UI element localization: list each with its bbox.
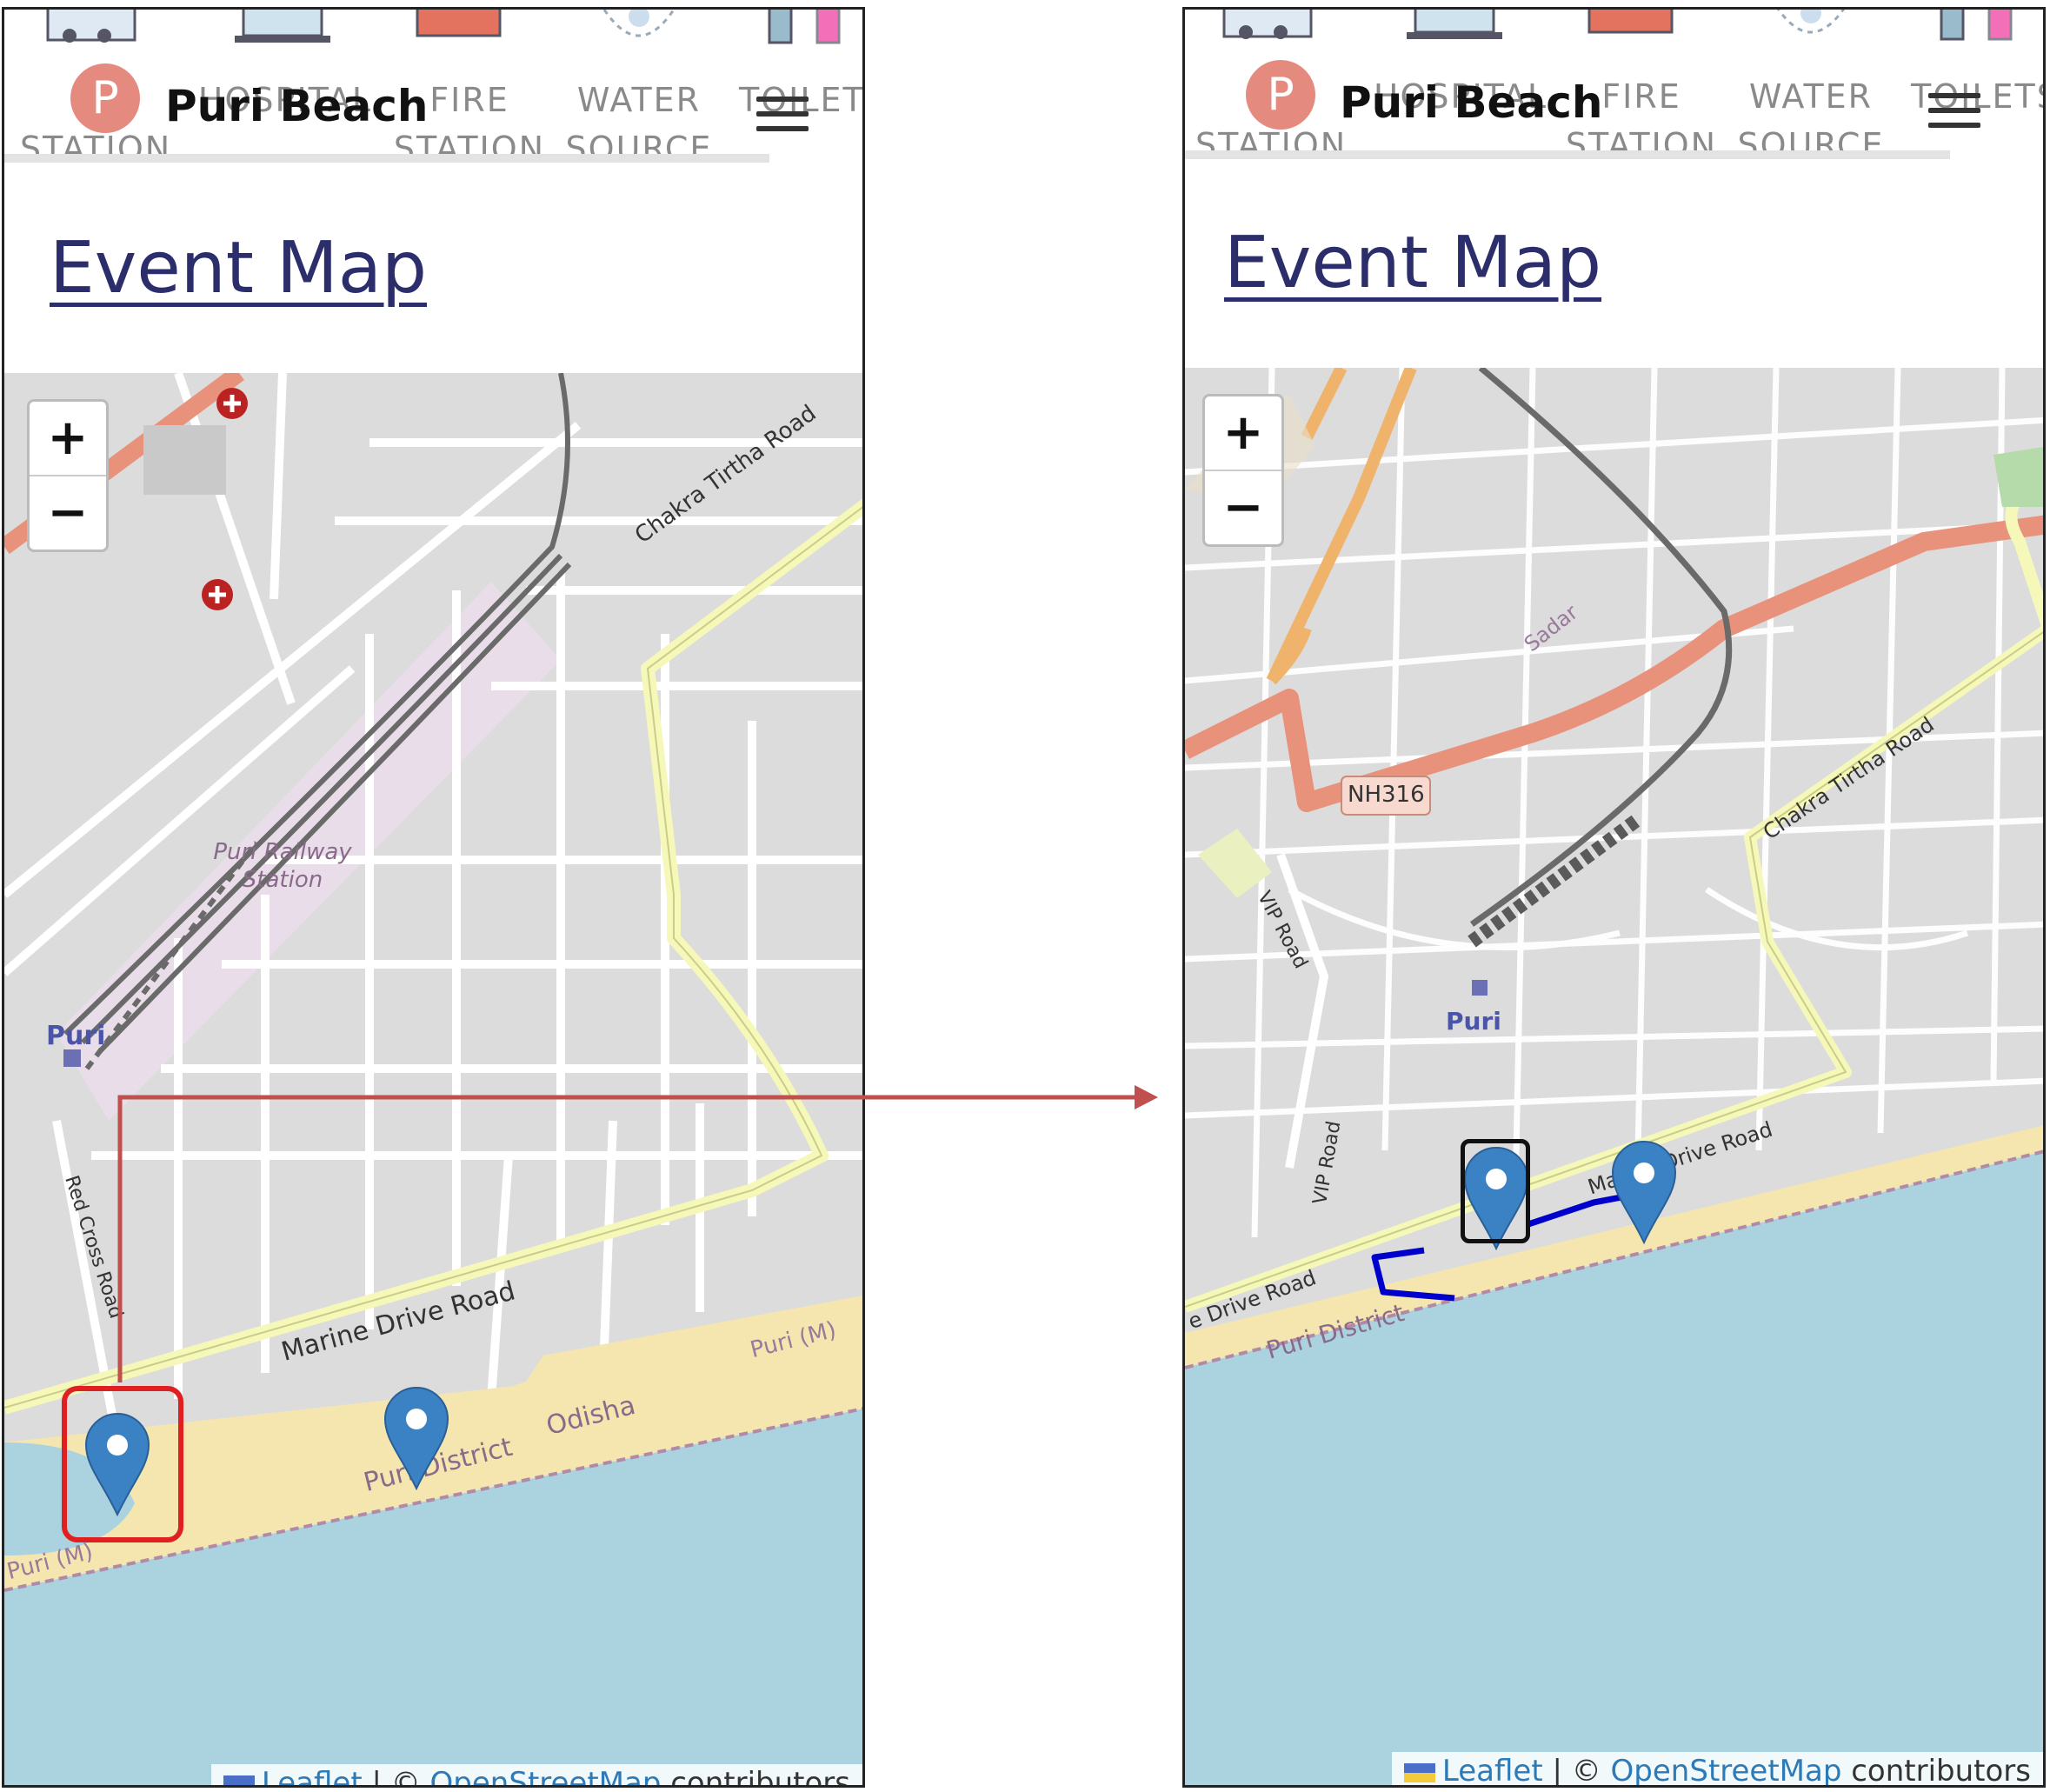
brand-name[interactable]: Puri Beach [1340, 77, 1602, 128]
zoom-control: + − [1202, 394, 1284, 547]
osm-link[interactable]: OpenStreetMap [430, 1766, 662, 1785]
leaflet-link[interactable]: Leaflet [262, 1766, 363, 1785]
left-phone-screen: P STATION HOSPITAL FIRE STATION WATER SO… [2, 7, 865, 1788]
attribution-separator: | © [371, 1766, 421, 1788]
ukraine-flag-icon [223, 1775, 255, 1785]
attribution-suffix: contributors [1851, 1754, 2031, 1788]
brand-name[interactable]: Puri Beach [165, 81, 428, 131]
attribution-separator: | © [1552, 1754, 1601, 1788]
map-tiles [1185, 368, 2043, 1785]
map-label-puri: Puri [1446, 1007, 1501, 1036]
toilet-icon[interactable] [1937, 7, 2033, 41]
hospital-icon[interactable] [235, 7, 330, 44]
brand-logo[interactable]: P [70, 63, 140, 133]
hospital-icon[interactable] [1407, 7, 1502, 41]
ukraine-flag-icon [1403, 1762, 1435, 1782]
page-title[interactable]: Event Map [50, 227, 427, 310]
attribution-suffix: contributors [670, 1766, 850, 1788]
top-navigation: P STATION HOSPITAL FIRE STATION WATER SO… [1185, 10, 2043, 166]
zoom-out-button[interactable]: − [30, 476, 106, 550]
right-phone-screen: P STATION HOSPITAL FIRE STATION WATER SO… [1182, 7, 2046, 1788]
zoom-out-button[interactable]: − [1205, 471, 1281, 544]
zoom-in-button[interactable]: + [30, 402, 106, 476]
top-navigation: P STATION HOSPITAL FIRE STATION WATER SO… [4, 7, 862, 168]
event-map[interactable]: NH316 VIP Road VIP Road Chakra Tirtha Ro… [1185, 368, 2043, 1788]
hamburger-menu-icon[interactable] [756, 97, 809, 131]
highlight-box [62, 1386, 183, 1542]
event-map[interactable]: Chakra Tirtha Road Puri Railway Station … [4, 373, 862, 1788]
map-marker[interactable] [383, 1386, 449, 1490]
hamburger-menu-icon[interactable] [1928, 93, 1980, 128]
fire-truck-icon[interactable] [413, 7, 509, 44]
map-tiles [4, 373, 862, 1785]
zoom-in-button[interactable]: + [1205, 396, 1281, 471]
fire-truck-icon[interactable] [1585, 7, 1681, 41]
map-attribution: Leaflet | © OpenStreetMap contributors [1391, 1752, 2043, 1788]
water-drop-icon[interactable] [1763, 7, 1859, 41]
nav-scroll-indicator [4, 154, 769, 163]
map-label-puri: Puri [46, 1021, 106, 1051]
police-station-icon[interactable] [1220, 7, 1315, 41]
selected-marker-box [1461, 1139, 1530, 1243]
page-title[interactable]: Event Map [1224, 222, 1601, 304]
leaflet-link[interactable]: Leaflet [1442, 1754, 1543, 1785]
osm-link[interactable]: OpenStreetMap [1611, 1754, 1842, 1785]
brand-logo[interactable]: P [1246, 60, 1315, 130]
map-attribution: Leaflet | © OpenStreetMap contributors [210, 1764, 862, 1788]
nav-scroll-indicator [1185, 150, 1950, 159]
water-drop-icon[interactable] [591, 7, 687, 44]
map-label-railway-station: Puri Railway Station [213, 839, 352, 893]
police-station-icon[interactable] [43, 7, 139, 44]
map-marker[interactable] [1611, 1140, 1677, 1244]
toilet-icon[interactable] [765, 7, 861, 44]
map-label-nh316: NH316 [1348, 782, 1425, 808]
zoom-control: + − [27, 399, 109, 552]
